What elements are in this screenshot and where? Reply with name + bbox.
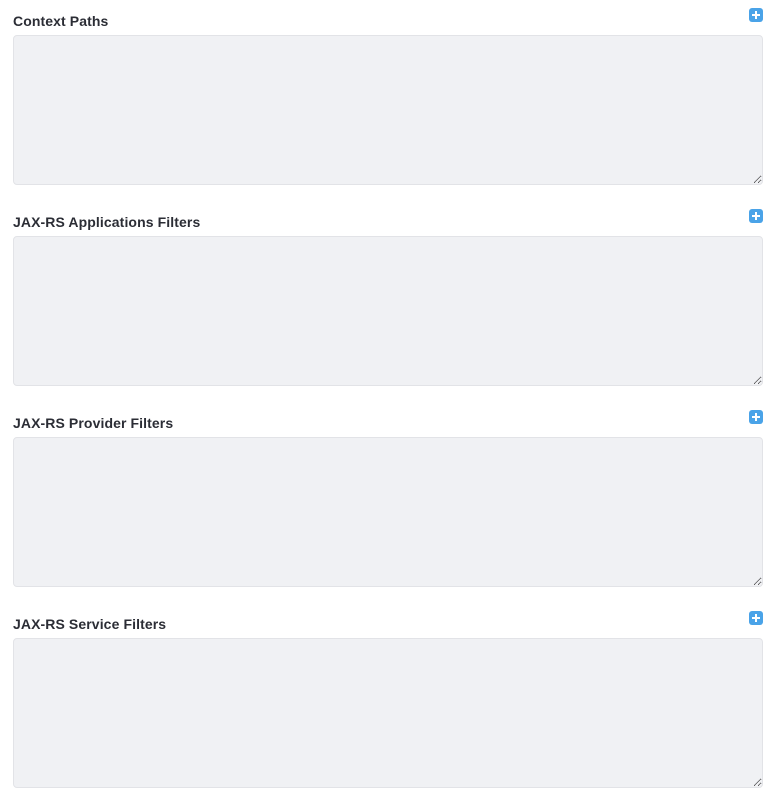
add-applications-filter-icon[interactable] <box>749 209 763 223</box>
add-context-path-icon[interactable] <box>749 8 763 22</box>
add-provider-filter-icon[interactable] <box>749 410 763 424</box>
jax-rs-service-filters-textarea[interactable] <box>13 638 763 788</box>
context-paths-textarea[interactable] <box>13 35 763 185</box>
configuration-form: Context Paths JAX-RS Applications Filter… <box>0 0 776 801</box>
jax-rs-applications-filters-field: JAX-RS Applications Filters <box>12 209 764 402</box>
jax-rs-provider-filters-field: JAX-RS Provider Filters <box>12 410 764 603</box>
jax-rs-applications-filters-textarea[interactable] <box>13 236 763 386</box>
jax-rs-service-filters-field: JAX-RS Service Filters <box>12 611 764 801</box>
context-paths-label: Context Paths <box>13 13 109 29</box>
jax-rs-provider-filters-textarea[interactable] <box>13 437 763 587</box>
jax-rs-service-filters-label: JAX-RS Service Filters <box>13 616 167 632</box>
context-paths-field: Context Paths <box>12 8 764 201</box>
jax-rs-provider-filters-label: JAX-RS Provider Filters <box>13 415 174 431</box>
jax-rs-applications-filters-label: JAX-RS Applications Filters <box>13 214 201 230</box>
add-service-filter-icon[interactable] <box>749 611 763 625</box>
